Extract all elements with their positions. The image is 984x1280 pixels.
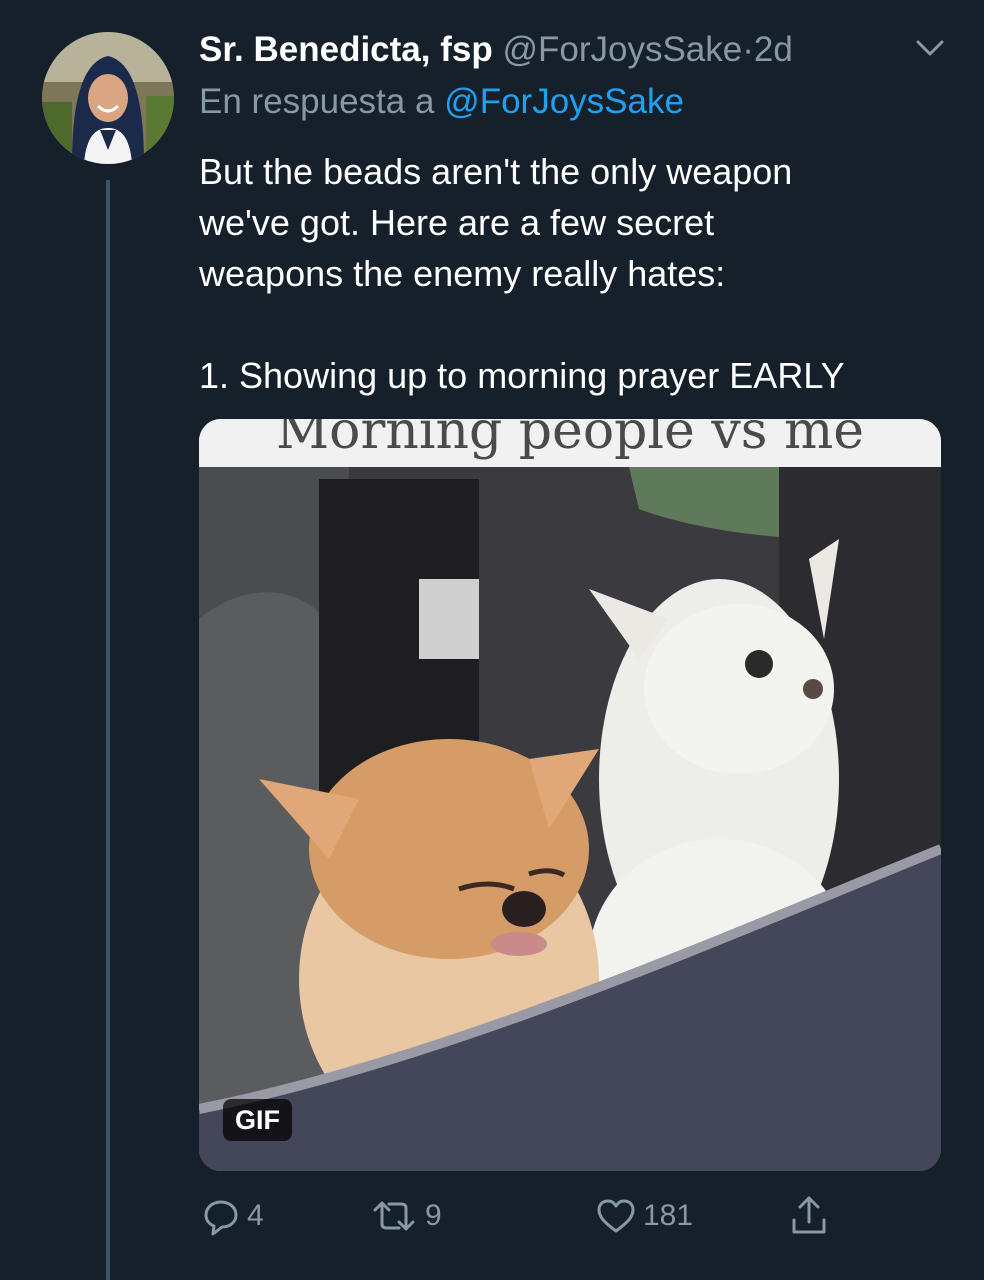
retweet-icon <box>373 1201 415 1231</box>
tweet-header: Sr. Benedicta, fsp @ForJoysSake·2d <box>199 28 899 72</box>
tweet-actions: 4 9 181 <box>199 1190 941 1242</box>
tweet-body: But the beads aren't the only weapon we'… <box>199 146 939 401</box>
author-avatar[interactable] <box>42 32 174 164</box>
reply-to-mention[interactable]: @ForJoysSake <box>444 82 684 121</box>
tweet-time[interactable]: 2d <box>754 30 793 69</box>
reply-button[interactable]: 4 <box>201 1190 264 1242</box>
chevron-down-icon <box>916 40 944 56</box>
like-icon <box>597 1199 635 1233</box>
author-handle[interactable]: @ForJoysSake <box>502 30 742 69</box>
tweet-text-line: we've got. Here are a few secret <box>199 202 715 243</box>
share-icon <box>792 1196 826 1234</box>
tweet-text-line: weapons the enemy really hates: <box>199 253 726 294</box>
like-count: 181 <box>643 1199 694 1232</box>
retweet-count: 9 <box>425 1199 442 1232</box>
gif-badge: GIF <box>223 1099 292 1141</box>
tweet-menu-button[interactable] <box>912 36 948 60</box>
retweet-button[interactable]: 9 <box>369 1190 442 1242</box>
gif-caption-text: Morning people vs me <box>275 419 865 461</box>
reply-count: 4 <box>247 1199 264 1232</box>
share-button[interactable] <box>789 1190 829 1242</box>
tweet-text-line: 1. Showing up to morning prayer EARLY <box>199 355 845 396</box>
reply-prefix: En respuesta a <box>199 82 435 121</box>
avatar-photo <box>42 32 174 164</box>
tweet-media-gif[interactable]: Morning people vs me GIF <box>199 419 941 1171</box>
reply-icon <box>204 1200 238 1236</box>
author-name[interactable]: Sr. Benedicta, fsp <box>199 30 493 69</box>
like-button[interactable]: 181 <box>595 1190 693 1242</box>
thread-connector-line <box>106 180 110 1280</box>
meta-separator: · <box>742 30 754 69</box>
gif-frame-image <box>199 419 941 1171</box>
reply-context: En respuesta a @ForJoysSake <box>199 80 684 124</box>
tweet-text-line: But the beads aren't the only weapon <box>199 151 793 192</box>
